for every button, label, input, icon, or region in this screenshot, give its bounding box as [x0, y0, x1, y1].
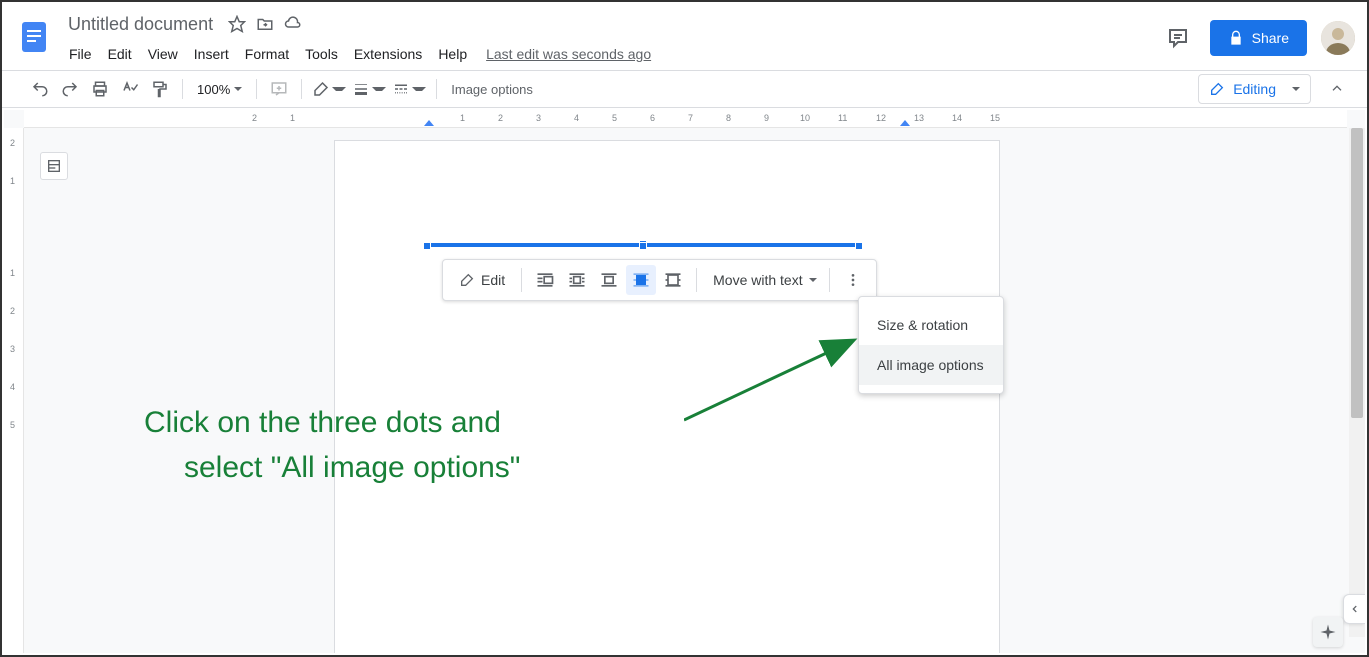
menu-format[interactable]: Format — [238, 42, 296, 66]
redo-button[interactable] — [56, 75, 84, 103]
zoom-select[interactable]: 100% — [191, 78, 248, 101]
separator — [301, 79, 302, 99]
menu-extensions[interactable]: Extensions — [347, 42, 429, 66]
separator — [521, 268, 522, 292]
pencil-icon — [1209, 81, 1225, 97]
position-select[interactable]: Move with text — [705, 266, 820, 294]
spellcheck-button[interactable] — [116, 75, 144, 103]
side-panel-toggle[interactable] — [1343, 594, 1365, 624]
edit-label: Edit — [481, 272, 505, 288]
image-options-button[interactable]: Image options — [451, 82, 533, 97]
undo-button[interactable] — [26, 75, 54, 103]
tutorial-annotation: Click on the three dots and select "All … — [144, 400, 520, 490]
wrap-text-button[interactable] — [562, 265, 592, 295]
main-toolbar: 100% Image options Editing — [2, 70, 1367, 108]
share-label: Share — [1252, 30, 1289, 46]
print-button[interactable] — [86, 75, 114, 103]
edit-image-button[interactable]: Edit — [451, 266, 513, 294]
indent-marker-right-icon[interactable] — [900, 118, 910, 126]
separator — [696, 268, 697, 292]
selected-image[interactable] — [426, 243, 860, 247]
wrap-inline-button[interactable] — [530, 265, 560, 295]
menu-tools[interactable]: Tools — [298, 42, 345, 66]
document-title[interactable]: Untitled document — [62, 12, 219, 37]
editing-label: Editing — [1233, 81, 1276, 97]
menu-insert[interactable]: Insert — [187, 42, 236, 66]
last-edit-link[interactable]: Last edit was seconds ago — [486, 46, 651, 62]
image-options-menu: Size & rotation All image options — [858, 296, 1004, 394]
indent-marker-left-icon[interactable] — [424, 118, 434, 126]
comment-history-button[interactable] — [1160, 20, 1196, 56]
separator — [829, 268, 830, 292]
wrap-front-button[interactable] — [658, 265, 688, 295]
docs-logo[interactable] — [14, 10, 54, 62]
resize-handle[interactable] — [423, 242, 431, 250]
document-canvas: 2 1 1 2 3 4 5 6 7 8 9 10 11 12 13 14 15 … — [4, 110, 1365, 653]
menu-help[interactable]: Help — [431, 42, 474, 66]
explore-button[interactable] — [1313, 617, 1343, 647]
menu-view[interactable]: View — [141, 42, 185, 66]
scroll-thumb[interactable] — [1351, 128, 1363, 418]
menu-file[interactable]: File — [62, 42, 99, 66]
menu-bar: File Edit View Insert Format Tools Exten… — [62, 40, 1152, 68]
horizontal-ruler[interactable]: 2 1 1 2 3 4 5 6 7 8 9 10 11 12 13 14 15 — [24, 110, 1347, 128]
pencil-icon — [459, 272, 475, 288]
menu-size-rotation[interactable]: Size & rotation — [859, 305, 1003, 345]
vertical-scrollbar[interactable] — [1349, 128, 1365, 637]
move-folder-icon[interactable] — [255, 14, 275, 34]
menu-edit[interactable]: Edit — [101, 42, 139, 66]
outline-toggle-button[interactable] — [40, 152, 68, 180]
add-comment-button[interactable] — [265, 75, 293, 103]
share-button[interactable]: Share — [1210, 20, 1307, 56]
cloud-status-icon[interactable] — [283, 14, 303, 34]
lock-icon — [1228, 30, 1244, 46]
separator — [256, 79, 257, 99]
vertical-ruler[interactable]: 2 1 1 2 3 4 5 — [4, 128, 24, 653]
collapse-toolbar-button[interactable] — [1323, 75, 1351, 103]
wrap-break-button[interactable] — [594, 265, 624, 295]
resize-handle[interactable] — [855, 242, 863, 250]
account-avatar[interactable] — [1321, 21, 1355, 55]
menu-all-image-options[interactable]: All image options — [859, 345, 1003, 385]
editing-mode-button[interactable]: Editing — [1198, 74, 1311, 104]
separator — [436, 79, 437, 99]
kebab-icon — [845, 272, 861, 288]
wrap-behind-button[interactable] — [626, 265, 656, 295]
image-floating-toolbar: Edit Move with text — [442, 259, 877, 301]
separator — [182, 79, 183, 99]
border-color-button[interactable] — [310, 78, 348, 100]
app-header: Untitled document File Edit View Insert … — [2, 2, 1367, 70]
paint-format-button[interactable] — [146, 75, 174, 103]
border-weight-button[interactable] — [350, 78, 388, 100]
document-page[interactable]: Edit Move with text Size & rotation All … — [334, 140, 1000, 653]
resize-handle[interactable] — [639, 242, 647, 250]
star-icon[interactable] — [227, 14, 247, 34]
border-dash-button[interactable] — [390, 78, 428, 100]
more-options-button[interactable] — [838, 265, 868, 295]
